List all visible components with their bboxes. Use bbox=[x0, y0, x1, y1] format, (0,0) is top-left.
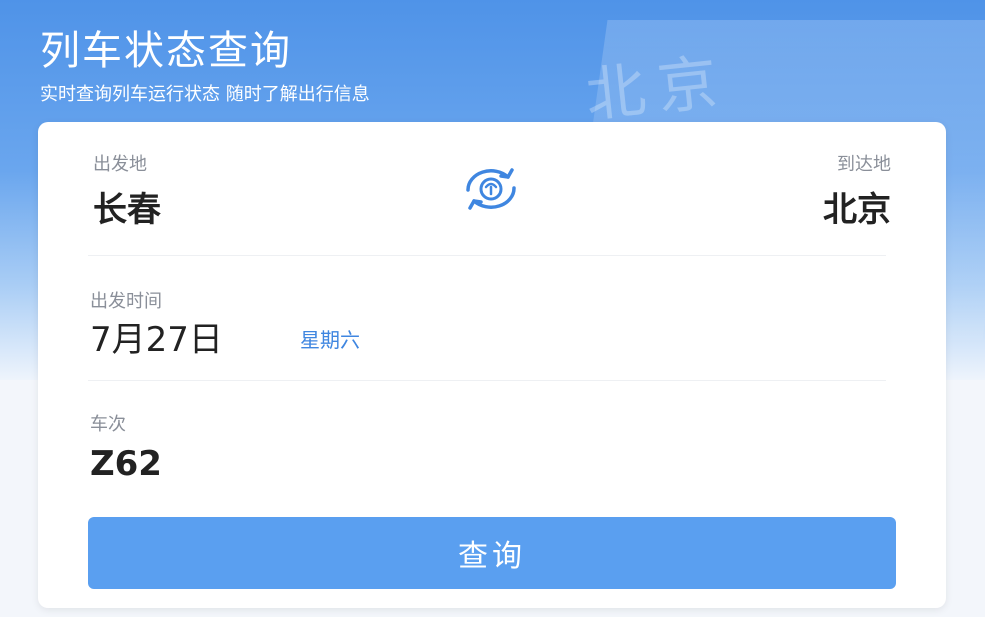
page-subtitle: 实时查询列车运行状态 随时了解出行信息 bbox=[40, 84, 370, 105]
train-swap-icon bbox=[466, 168, 516, 210]
query-card: 出发地 长春 到达地 北京 出发时间 7月27日 星期六 车次 Z62 查询 bbox=[38, 122, 946, 608]
from-city-field[interactable]: 长春 bbox=[93, 182, 161, 231]
page-title: 列车状态查询 bbox=[40, 28, 292, 74]
divider bbox=[88, 255, 886, 256]
swap-stations-button[interactable] bbox=[456, 164, 526, 214]
from-label: 出发地 bbox=[93, 154, 147, 175]
query-button[interactable]: 查询 bbox=[88, 517, 896, 589]
to-city-field[interactable]: 北京 bbox=[823, 182, 891, 231]
to-label: 到达地 bbox=[837, 154, 891, 175]
departure-time-label: 出发时间 bbox=[90, 291, 162, 312]
divider bbox=[88, 380, 886, 381]
departure-date-field[interactable]: 7月27日 bbox=[90, 312, 223, 361]
train-number-label: 车次 bbox=[90, 414, 126, 435]
train-number-input[interactable]: Z62 bbox=[90, 444, 162, 484]
station-sign-text: 北京 bbox=[582, 46, 733, 132]
weekday-text: 星期六 bbox=[300, 328, 360, 352]
